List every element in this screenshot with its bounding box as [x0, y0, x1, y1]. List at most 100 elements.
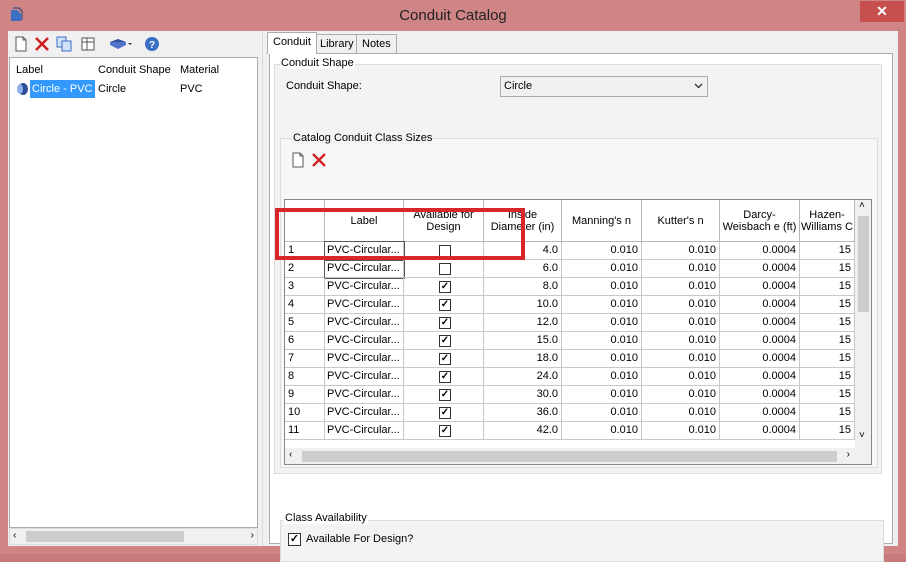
- table-row[interactable]: 8 PVC-Circular... ✓ 24.0 0.010 0.010 0.0004 15: [285, 368, 855, 386]
- kutters-cell[interactable]: 0.010: [642, 278, 720, 296]
- available-cell[interactable]: ✓: [404, 422, 484, 440]
- available-cell[interactable]: ✓: [404, 296, 484, 314]
- hazen-cell[interactable]: 15: [800, 404, 855, 422]
- mannings-cell[interactable]: 0.010: [562, 242, 642, 260]
- kutters-cell[interactable]: 0.010: [642, 350, 720, 368]
- scroll-left-icon[interactable]: ‹: [13, 530, 16, 541]
- available-cell[interactable]: ✓: [404, 278, 484, 296]
- diameter-cell[interactable]: 30.0: [484, 386, 562, 404]
- mannings-cell[interactable]: 0.010: [562, 260, 642, 278]
- hazen-cell[interactable]: 15: [800, 296, 855, 314]
- scroll-down-icon[interactable]: ˅: [859, 430, 865, 441]
- size-label[interactable]: PVC-Circular...: [325, 422, 404, 440]
- table-row[interactable]: 10 PVC-Circular... ✓ 36.0 0.010 0.010 0.0004 15: [285, 404, 855, 422]
- table-row[interactable]: 2 PVC-Circular... 6.0 0.010 0.010 0.0004 15: [285, 259, 855, 279]
- col-header-mannings[interactable]: Manning's n: [562, 200, 642, 242]
- darcy-cell[interactable]: 0.0004: [720, 296, 800, 314]
- darcy-cell[interactable]: 0.0004: [720, 404, 800, 422]
- available-checkbox[interactable]: ✓: [439, 353, 451, 365]
- mannings-cell[interactable]: 0.010: [562, 404, 642, 422]
- close-button[interactable]: ✕: [860, 1, 904, 22]
- mannings-cell[interactable]: 0.010: [562, 314, 642, 332]
- kutters-cell[interactable]: 0.010: [642, 422, 720, 440]
- size-label[interactable]: PVC-Circular...: [325, 368, 404, 386]
- grid-scroll-left-icon[interactable]: ‹: [289, 449, 292, 460]
- kutters-cell[interactable]: 0.010: [642, 260, 720, 278]
- available-checkbox[interactable]: ✓: [439, 407, 451, 419]
- scroll-thumb[interactable]: [26, 531, 184, 542]
- table-row[interactable]: 11 PVC-Circular... ✓ 42.0 0.010 0.010 0.0004 15: [285, 422, 855, 440]
- available-checkbox[interactable]: ✓: [439, 425, 451, 437]
- grid-vscroll-thumb[interactable]: [858, 216, 869, 312]
- hazen-cell[interactable]: 15: [800, 350, 855, 368]
- kutters-cell[interactable]: 0.010: [642, 404, 720, 422]
- tab-notes[interactable]: Notes: [356, 34, 397, 53]
- delete-size-icon[interactable]: [311, 152, 327, 168]
- size-label[interactable]: PVC-Circular...: [325, 404, 404, 422]
- available-cell[interactable]: ✓: [404, 404, 484, 422]
- available-cell[interactable]: ✓: [404, 350, 484, 368]
- available-checkbox[interactable]: ✓: [439, 281, 451, 293]
- table-row[interactable]: 6 PVC-Circular... ✓ 15.0 0.010 0.010 0.0004 15: [285, 332, 855, 350]
- mannings-cell[interactable]: 0.010: [562, 368, 642, 386]
- diameter-cell[interactable]: 18.0: [484, 350, 562, 368]
- col-header-kutters[interactable]: Kutter's n: [642, 200, 720, 242]
- available-checkbox[interactable]: ✓: [439, 371, 451, 383]
- row-number[interactable]: 8: [285, 368, 325, 386]
- kutters-cell[interactable]: 0.010: [642, 242, 720, 260]
- kutters-cell[interactable]: 0.010: [642, 332, 720, 350]
- help-icon[interactable]: ?: [143, 35, 161, 53]
- available-cell[interactable]: [404, 260, 484, 278]
- available-cell[interactable]: ✓: [404, 314, 484, 332]
- diameter-cell[interactable]: 36.0: [484, 404, 562, 422]
- new-size-icon[interactable]: [290, 152, 306, 168]
- hazen-cell[interactable]: 15: [800, 242, 855, 260]
- available-checkbox[interactable]: ✓: [439, 317, 451, 329]
- table-icon[interactable]: [79, 35, 97, 53]
- kutters-cell[interactable]: 0.010: [642, 386, 720, 404]
- size-label[interactable]: PVC-Circular...: [325, 332, 404, 350]
- available-cell[interactable]: ✓: [404, 332, 484, 350]
- available-checkbox[interactable]: [439, 263, 451, 275]
- list-header-material[interactable]: Material: [180, 62, 219, 78]
- row-number[interactable]: 2: [285, 260, 325, 278]
- darcy-cell[interactable]: 0.0004: [720, 332, 800, 350]
- row-number[interactable]: 10: [285, 404, 325, 422]
- list-horizontal-scrollbar[interactable]: ‹ ›: [9, 528, 258, 545]
- diameter-cell[interactable]: 24.0: [484, 368, 562, 386]
- mannings-cell[interactable]: 0.010: [562, 278, 642, 296]
- table-row[interactable]: 5 PVC-Circular... ✓ 12.0 0.010 0.010 0.0004 15: [285, 314, 855, 332]
- available-cell[interactable]: ✓: [404, 368, 484, 386]
- row-number[interactable]: 6: [285, 332, 325, 350]
- row-number[interactable]: 7: [285, 350, 325, 368]
- list-item[interactable]: Circle - PVC Circle PVC: [10, 80, 257, 98]
- row-number[interactable]: 3: [285, 278, 325, 296]
- available-checkbox[interactable]: ✓: [439, 335, 451, 347]
- new-icon[interactable]: [12, 35, 30, 53]
- darcy-cell[interactable]: 0.0004: [720, 386, 800, 404]
- mannings-cell[interactable]: 0.010: [562, 296, 642, 314]
- table-row[interactable]: 4 PVC-Circular... ✓ 10.0 0.010 0.010 0.0004 15: [285, 296, 855, 314]
- diameter-cell[interactable]: 42.0: [484, 422, 562, 440]
- available-for-design-checkbox[interactable]: ✓: [288, 533, 301, 546]
- hazen-cell[interactable]: 15: [800, 368, 855, 386]
- darcy-cell[interactable]: 0.0004: [720, 422, 800, 440]
- mannings-cell[interactable]: 0.010: [562, 386, 642, 404]
- table-row[interactable]: 7 PVC-Circular... ✓ 18.0 0.010 0.010 0.0004 15: [285, 350, 855, 368]
- size-label[interactable]: PVC-Circular...: [325, 386, 404, 404]
- list-header-label[interactable]: Label: [16, 62, 43, 78]
- hazen-cell[interactable]: 15: [800, 386, 855, 404]
- tab-conduit[interactable]: Conduit: [267, 32, 317, 54]
- row-number[interactable]: 4: [285, 296, 325, 314]
- darcy-cell[interactable]: 0.0004: [720, 242, 800, 260]
- scroll-up-icon[interactable]: ˄: [859, 200, 865, 211]
- scroll-right-icon[interactable]: ›: [251, 530, 254, 541]
- grid-scroll-right-icon[interactable]: ›: [847, 449, 850, 460]
- col-header-hazen[interactable]: Hazen-Williams C: [800, 200, 855, 242]
- grid-vertical-scrollbar[interactable]: ˄ ˅: [855, 200, 871, 448]
- grid-horizontal-scrollbar[interactable]: ‹ ›: [285, 448, 855, 464]
- hazen-cell[interactable]: 15: [800, 260, 855, 278]
- darcy-cell[interactable]: 0.0004: [720, 260, 800, 278]
- mannings-cell[interactable]: 0.010: [562, 332, 642, 350]
- table-row[interactable]: 9 PVC-Circular... ✓ 30.0 0.010 0.010 0.0004 15: [285, 386, 855, 404]
